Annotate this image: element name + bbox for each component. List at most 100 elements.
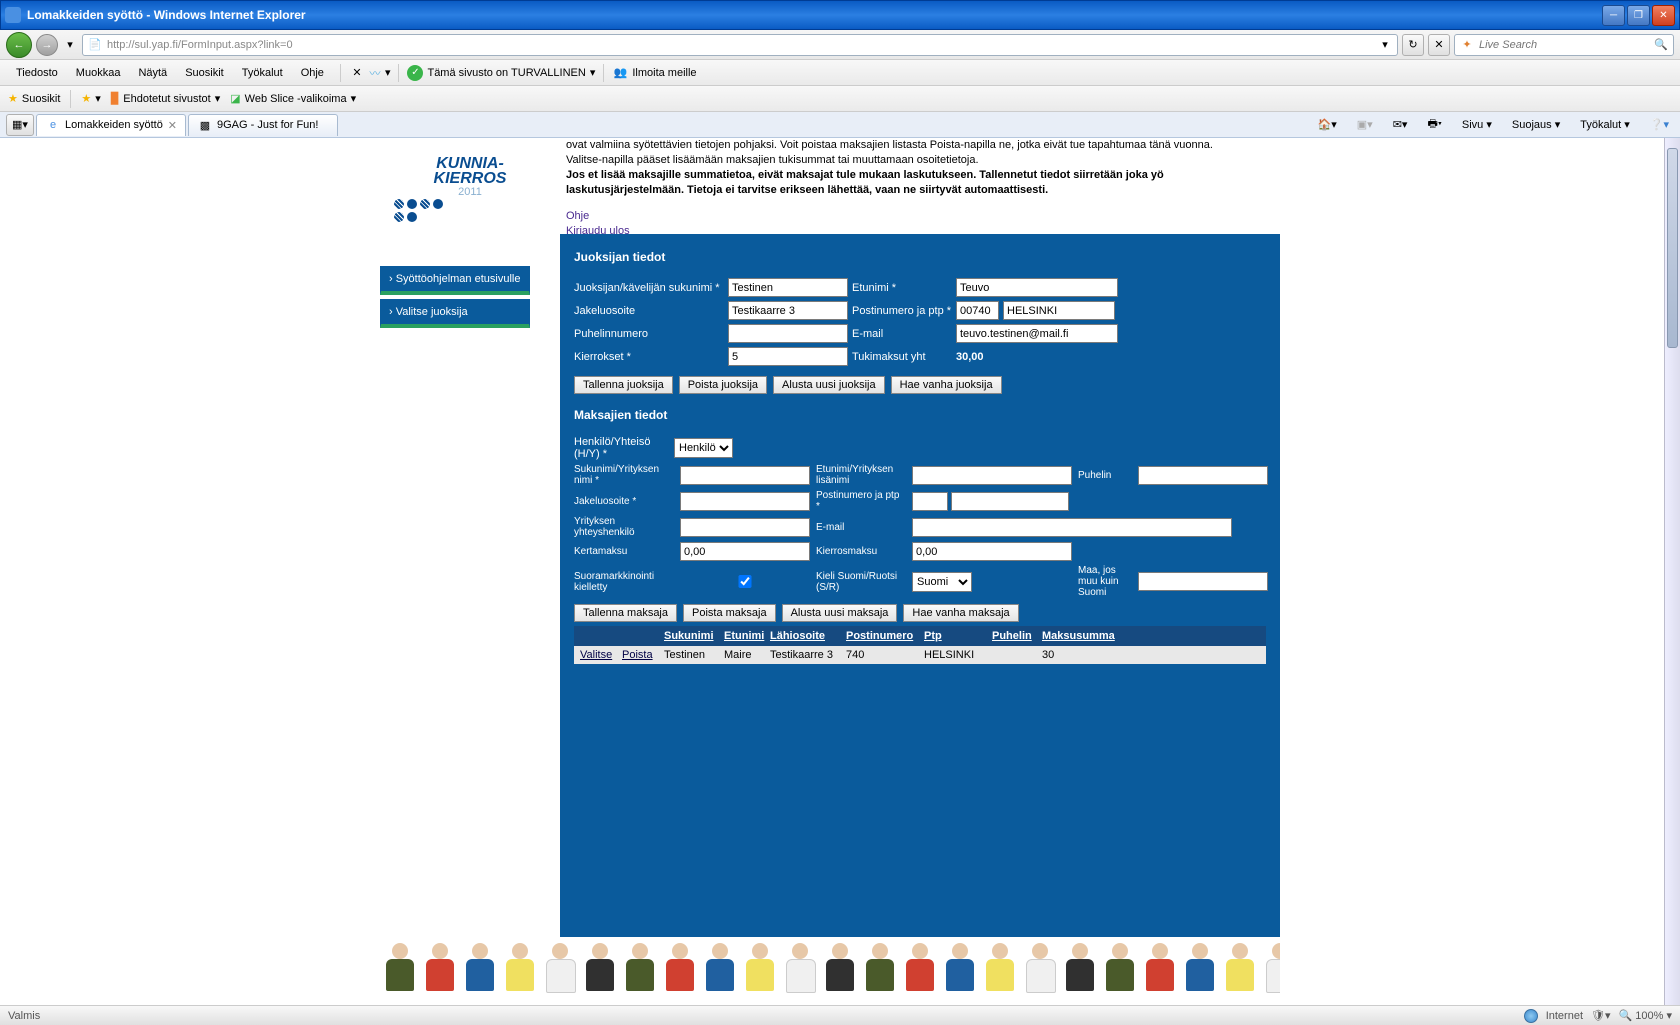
mail-button[interactable]: ✉▾ bbox=[1388, 116, 1413, 133]
col-lastname[interactable]: Sukunimi bbox=[664, 630, 720, 642]
web-slice[interactable]: ◪Web Slice -valikoima ▾ bbox=[230, 92, 356, 105]
dropdown-icon[interactable]: ▾ bbox=[1377, 37, 1393, 53]
scrollbar-thumb[interactable] bbox=[1667, 148, 1678, 348]
runner-email-input[interactable] bbox=[956, 324, 1118, 343]
runner-lastname-input[interactable] bbox=[728, 278, 848, 297]
dropdown-icon[interactable]: ▾ bbox=[385, 66, 391, 79]
save-payer-button[interactable]: Tallenna maksaja bbox=[574, 604, 677, 622]
runner-laps-input[interactable] bbox=[728, 347, 848, 366]
security-indicator[interactable]: ✓ Tämä sivusto on TURVALLINEN ▾ bbox=[407, 65, 595, 81]
status-text: Valmis bbox=[8, 1010, 40, 1022]
report-link[interactable]: 👥 Ilmoita meille bbox=[612, 65, 696, 81]
page-menu[interactable]: Sivu ▾ bbox=[1457, 116, 1497, 133]
payer-onetime-input[interactable] bbox=[680, 542, 810, 561]
back-button[interactable]: ← bbox=[6, 32, 32, 58]
check-icon: ✓ bbox=[407, 65, 423, 81]
col-zip[interactable]: Postinumero bbox=[846, 630, 920, 642]
sidebar-item-home[interactable]: › Syöttöohjelman etusivulle bbox=[380, 266, 530, 295]
tab-9gag[interactable]: ▩ 9GAG - Just for Fun! bbox=[188, 114, 338, 136]
logo-line1: KUNNIA- bbox=[436, 156, 504, 171]
payer-city-input[interactable] bbox=[951, 492, 1069, 511]
fetch-payer-button[interactable]: Hae vanha maksaja bbox=[903, 604, 1018, 622]
dropdown-icon[interactable]: ▾ bbox=[62, 37, 78, 53]
payer-type-select[interactable]: Henkilö bbox=[674, 438, 733, 458]
feeds-button[interactable]: ▣▾ bbox=[1352, 116, 1378, 133]
save-runner-button[interactable]: Tallenna juoksija bbox=[574, 376, 673, 394]
close-button[interactable]: ✕ bbox=[1652, 5, 1675, 26]
maximize-button[interactable]: ❐ bbox=[1627, 5, 1650, 26]
payer-email-input[interactable] bbox=[912, 518, 1232, 537]
menu-edit[interactable]: Muokkaa bbox=[68, 63, 129, 83]
runner-city-input[interactable] bbox=[1003, 301, 1115, 320]
payer-address-input[interactable] bbox=[680, 492, 810, 511]
protected-mode-icon[interactable]: 🛡▾ bbox=[1591, 1009, 1611, 1022]
quick-tabs-button[interactable]: ▦▾ bbox=[6, 114, 34, 136]
dropdown-icon[interactable]: ▾ bbox=[590, 66, 596, 79]
col-phone[interactable]: Puhelin bbox=[992, 630, 1038, 642]
url-input[interactable] bbox=[107, 39, 1373, 51]
tab-lomakkeiden[interactable]: e Lomakkeiden syöttö ✕ bbox=[36, 114, 186, 136]
init-runner-button[interactable]: Alusta uusi juoksija bbox=[773, 376, 885, 394]
row-city: HELSINKI bbox=[924, 649, 988, 661]
vertical-scrollbar[interactable] bbox=[1664, 138, 1680, 1005]
stop-button[interactable]: ✕ bbox=[1428, 34, 1450, 56]
favorites-button[interactable]: ★Suosikit bbox=[8, 92, 60, 105]
refresh-button[interactable]: ↻ bbox=[1402, 34, 1424, 56]
menu-file[interactable]: Tiedosto bbox=[8, 63, 66, 83]
payer-onetime-label: Kertamaksu bbox=[574, 546, 674, 557]
runner-address-input[interactable] bbox=[728, 301, 848, 320]
search-box[interactable]: ✦ 🔍 bbox=[1454, 34, 1674, 56]
payer-section-title: Maksajien tiedot bbox=[574, 408, 1266, 422]
zoom-control[interactable]: 🔍 100% ▾ bbox=[1619, 1009, 1672, 1022]
runner-firstname-input[interactable] bbox=[956, 278, 1118, 297]
payer-perlap-input[interactable] bbox=[912, 542, 1072, 561]
payer-country-input[interactable] bbox=[1138, 572, 1268, 591]
intro-p2: Valitse-napilla pääset lisäämään maksaji… bbox=[566, 153, 1274, 168]
delete-payer-button[interactable]: Poista maksaja bbox=[683, 604, 776, 622]
print-button[interactable]: 🖶▾ bbox=[1422, 113, 1446, 136]
minimize-button[interactable]: ─ bbox=[1602, 5, 1625, 26]
status-bar: Valmis Internet 🛡▾ 🔍 100% ▾ bbox=[0, 1005, 1680, 1025]
forward-button[interactable]: → bbox=[36, 34, 58, 56]
payer-firstname-input[interactable] bbox=[912, 466, 1072, 485]
runner-phone-input[interactable] bbox=[728, 324, 848, 343]
menu-favorites[interactable]: Suosikit bbox=[177, 63, 232, 83]
add-favorite-button[interactable]: ★▾ bbox=[81, 92, 100, 105]
payer-zip-input[interactable] bbox=[912, 492, 948, 511]
sidebar-item-select-runner[interactable]: › Valitse juoksija bbox=[380, 299, 530, 328]
fetch-runner-button[interactable]: Hae vanha juoksija bbox=[891, 376, 1002, 394]
separator bbox=[398, 64, 399, 82]
menu-view[interactable]: Näytä bbox=[130, 63, 175, 83]
payer-phone-input[interactable] bbox=[1138, 466, 1268, 485]
payer-lang-select[interactable]: Suomi bbox=[912, 572, 972, 592]
help-link[interactable]: Ohje bbox=[566, 209, 1274, 224]
suggested-sites[interactable]: ▉Ehdotetut sivustot ▾ bbox=[111, 92, 220, 105]
delete-runner-button[interactable]: Poista juoksija bbox=[679, 376, 767, 394]
search-input[interactable] bbox=[1479, 39, 1649, 51]
col-sum[interactable]: Maksusumma bbox=[1042, 630, 1120, 642]
address-bar[interactable]: 📄 ▾ bbox=[82, 34, 1398, 56]
runner-zip-input[interactable] bbox=[956, 301, 999, 320]
payer-marketing-checkbox[interactable] bbox=[680, 575, 810, 588]
help-button[interactable]: ❔▾ bbox=[1645, 116, 1674, 133]
menu-tools[interactable]: Työkalut bbox=[234, 63, 291, 83]
col-firstname[interactable]: Etunimi bbox=[724, 630, 766, 642]
addon-close-icon[interactable]: ✕ bbox=[349, 65, 365, 81]
close-tab-icon[interactable]: ✕ bbox=[168, 119, 177, 132]
row-delete-link[interactable]: Poista bbox=[622, 649, 660, 661]
addon-swirl-icon[interactable]: 〰 bbox=[367, 65, 383, 81]
separator bbox=[70, 90, 71, 108]
col-city[interactable]: Ptp bbox=[924, 630, 988, 642]
home-button[interactable]: 🏠▾ bbox=[1313, 116, 1342, 133]
init-payer-button[interactable]: Alusta uusi maksaja bbox=[782, 604, 898, 622]
col-address[interactable]: Lähiosoite bbox=[770, 630, 842, 642]
payer-lastname-input[interactable] bbox=[680, 466, 810, 485]
menu-help[interactable]: Ohje bbox=[293, 63, 332, 83]
runner-email-label: E-mail bbox=[852, 328, 952, 340]
row-select-link[interactable]: Valitse bbox=[580, 649, 618, 661]
tools-menu[interactable]: Työkalut ▾ bbox=[1575, 116, 1635, 133]
search-button[interactable]: 🔍 bbox=[1653, 37, 1669, 53]
safety-menu[interactable]: Suojaus ▾ bbox=[1507, 116, 1565, 133]
payer-contact-input[interactable] bbox=[680, 518, 810, 537]
logo-year: 2011 bbox=[458, 186, 482, 198]
